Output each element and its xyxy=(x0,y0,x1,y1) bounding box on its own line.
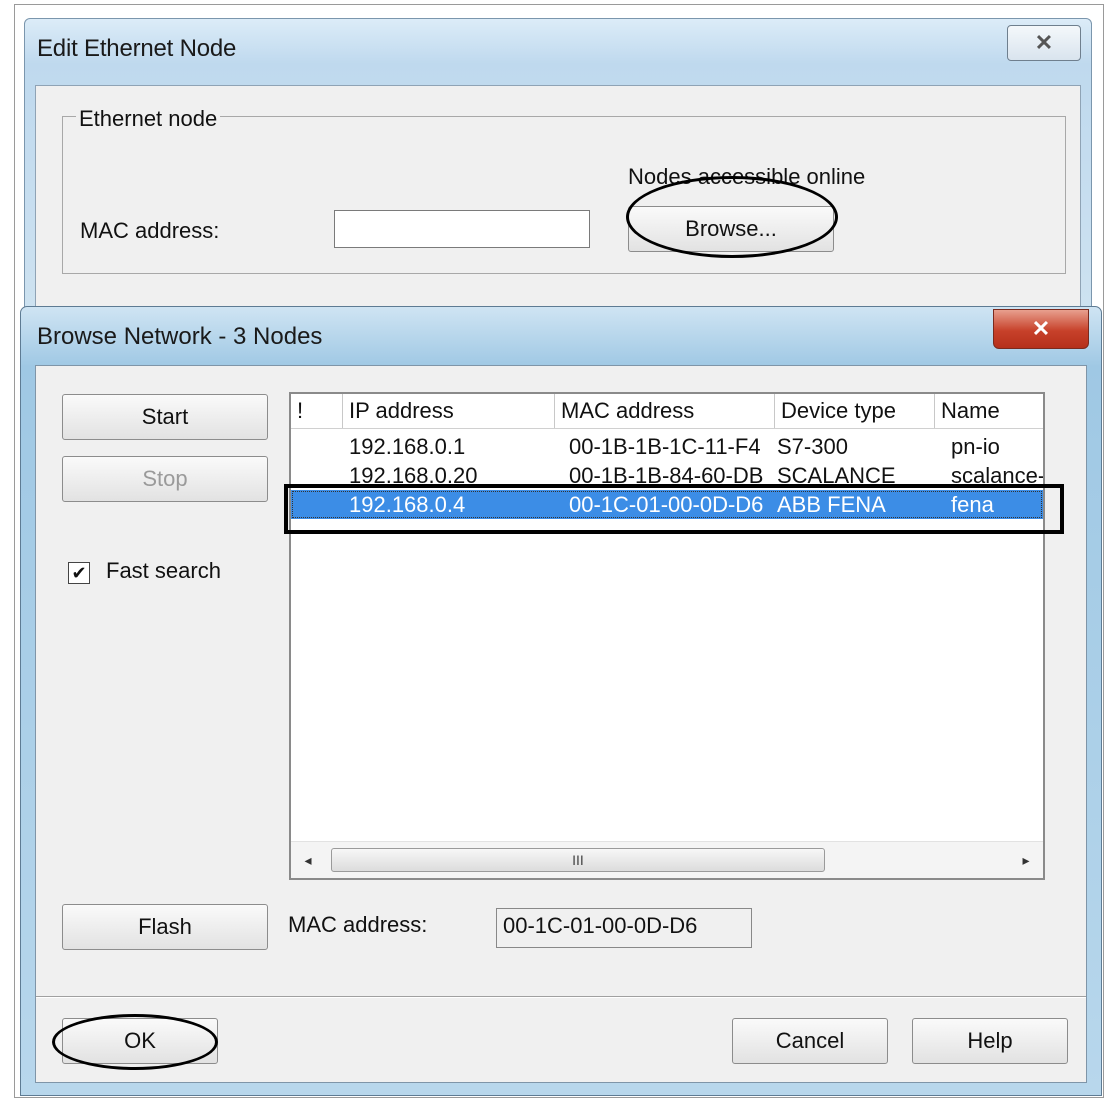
close-icon: ✕ xyxy=(1031,316,1051,341)
browse-button[interactable]: Browse... xyxy=(628,206,834,252)
cancel-button[interactable]: Cancel xyxy=(732,1018,888,1064)
column-header-flag[interactable]: ! xyxy=(291,394,343,428)
cell-ip: 192.168.0.20 xyxy=(349,463,478,488)
nodes-online-label: Nodes accessible online xyxy=(628,164,866,189)
column-header-ip[interactable]: IP address xyxy=(343,394,555,428)
mac-address-label: MAC address: xyxy=(80,218,220,243)
fast-search-checkbox[interactable]: ✔ xyxy=(68,562,90,584)
table-row[interactable]: 192.168.0.20 00-1B-1B-84-60-DB SCALANCE … xyxy=(291,461,1043,490)
edit-dialog-title: Edit Ethernet Node xyxy=(37,35,237,62)
cell-ip: 192.168.0.4 xyxy=(349,492,466,517)
selected-mac-field: 00-1C-01-00-0D-D6 xyxy=(496,908,752,948)
help-button[interactable]: Help xyxy=(912,1018,1068,1064)
stop-button[interactable]: Stop xyxy=(62,456,268,502)
browse-dialog-close-button[interactable]: ✕ xyxy=(993,309,1089,349)
edit-dialog-close-button[interactable]: ✕ xyxy=(1007,25,1081,61)
column-header-mac[interactable]: MAC address xyxy=(555,394,775,428)
cell-name: pn-io xyxy=(951,434,1000,459)
browse-dialog-client: Start Stop ✔ Fast search ! IP address MA… xyxy=(35,365,1087,1083)
edit-ethernet-node-window: Edit Ethernet Node ✕ Ethernet node Nodes… xyxy=(24,18,1092,345)
cell-ip: 192.168.0.1 xyxy=(349,434,466,459)
list-header: ! IP address MAC address Device type Nam… xyxy=(291,394,1043,429)
flash-button[interactable]: Flash xyxy=(62,904,268,950)
nodes-list[interactable]: ! IP address MAC address Device type Nam… xyxy=(289,392,1045,880)
footer-divider xyxy=(36,996,1086,998)
column-header-device-type[interactable]: Device type xyxy=(775,394,935,428)
selected-mac-label: MAC address: xyxy=(288,912,428,937)
fast-search-label: Fast search xyxy=(106,558,221,583)
scroll-left-icon[interactable]: ◂ xyxy=(291,842,325,878)
table-row-selected[interactable]: 192.168.0.4 00-1C-01-00-0D-D6 ABB FENA f… xyxy=(291,490,1043,519)
column-header-name[interactable]: Name xyxy=(935,394,1043,428)
cell-name: scalance- xyxy=(951,463,1045,488)
ethernet-node-group xyxy=(62,116,1066,274)
ethernet-node-group-label: Ethernet node xyxy=(76,106,221,132)
checkmark-icon: ✔ xyxy=(71,563,87,583)
browse-dialog-title: Browse Network - 3 Nodes xyxy=(37,323,323,350)
cell-device-type: S7-300 xyxy=(777,434,848,459)
close-icon: ✕ xyxy=(1034,30,1054,55)
scroll-right-icon[interactable]: ▸ xyxy=(1009,842,1043,878)
ok-button[interactable]: OK xyxy=(62,1018,218,1064)
scroll-grip-icon: III xyxy=(572,852,584,868)
scroll-thumb[interactable]: III xyxy=(331,848,825,872)
cell-name: fena xyxy=(951,492,994,517)
cell-mac: 00-1B-1B-84-60-DB xyxy=(569,463,764,488)
cell-mac: 00-1C-01-00-0D-D6 xyxy=(569,492,764,517)
browse-network-window: Browse Network - 3 Nodes ✕ Start Stop ✔ … xyxy=(20,306,1102,1096)
start-button[interactable]: Start xyxy=(62,394,268,440)
cell-device-type: SCALANCE xyxy=(777,463,896,488)
cell-mac: 00-1B-1B-1C-11-F4 xyxy=(569,434,761,459)
horizontal-scrollbar[interactable]: ◂ III ▸ xyxy=(291,841,1043,878)
mac-address-input[interactable] xyxy=(334,210,590,248)
table-row[interactable]: 192.168.0.1 00-1B-1B-1C-11-F4 S7-300 pn-… xyxy=(291,432,1043,461)
cell-device-type: ABB FENA xyxy=(777,492,886,517)
